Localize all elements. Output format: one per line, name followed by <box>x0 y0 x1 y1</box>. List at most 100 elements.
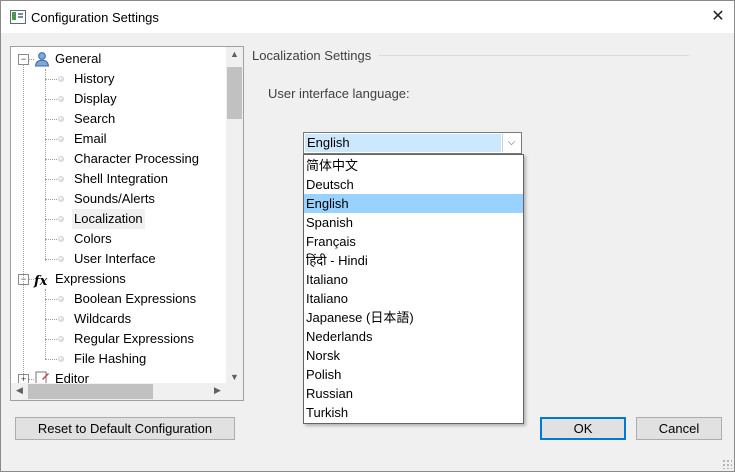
tree-item-display[interactable]: Display <box>11 89 226 109</box>
scroll-corner <box>226 383 243 400</box>
bullet-icon <box>58 76 64 82</box>
tree-item-label: Boolean Expressions <box>74 291 197 306</box>
tree-item-regular-expressions[interactable]: Regular Expressions <box>11 329 226 349</box>
horizontal-scroll-thumb[interactable] <box>28 384 153 399</box>
tree-connector <box>45 119 57 120</box>
tree-item-label: Colors <box>74 231 112 246</box>
language-option[interactable]: Spanish <box>304 213 523 232</box>
bullet-icon <box>58 316 64 322</box>
language-dropdown-list[interactable]: 简体中文 Deutsch English Spanish Français हिंदी -… <box>303 154 524 424</box>
tree-item-file-hashing[interactable]: File Hashing <box>11 349 226 369</box>
resize-grip[interactable] <box>722 459 732 469</box>
language-option[interactable]: हिंदी - Hindi <box>304 251 523 270</box>
tree-connector <box>45 159 57 160</box>
chevron-down-icon[interactable]: ⌵ <box>502 134 520 152</box>
scroll-down-icon[interactable]: ▼ <box>226 372 243 382</box>
tree-item-user-interface[interactable]: User Interface <box>11 249 226 269</box>
tree-item-label: File Hashing <box>74 351 147 366</box>
tree-item-general[interactable]: − General <box>11 49 226 69</box>
tree-item-character-processing[interactable]: Character Processing <box>11 149 226 169</box>
function-icon: fx <box>34 274 48 289</box>
ok-button[interactable]: OK <box>540 417 626 440</box>
tree-connector <box>45 139 57 140</box>
app-icon <box>10 10 26 24</box>
tree-connector <box>45 99 57 100</box>
tree-horizontal-scrollbar[interactable]: ◀ ▶ <box>11 383 226 400</box>
tree-item-label: Editor <box>55 371 89 384</box>
language-option[interactable]: Turkish <box>304 403 523 422</box>
language-combobox[interactable]: English ⌵ <box>303 132 522 154</box>
tree-connector <box>45 339 57 340</box>
tree-connector <box>45 219 57 220</box>
reset-default-button[interactable]: Reset to Default Configuration <box>15 417 235 440</box>
tree-item-label: Search <box>74 111 116 126</box>
language-label: User interface language: <box>268 86 410 101</box>
tree-item-localization[interactable]: Localization <box>11 209 226 229</box>
tree-item-email[interactable]: Email <box>11 129 226 149</box>
bullet-icon <box>58 156 64 162</box>
configuration-dialog: Configuration Settings ✕ − General History… <box>0 0 735 472</box>
cancel-button[interactable]: Cancel <box>636 417 722 440</box>
window-title: Configuration Settings <box>31 10 159 25</box>
language-option[interactable]: Nederlands <box>304 327 523 346</box>
tree-item-expressions[interactable]: − fx Expressions <box>11 269 226 289</box>
tree-connector <box>45 359 57 360</box>
settings-tree[interactable]: − General History Display Search Email Charact… <box>10 46 244 401</box>
bullet-icon <box>58 96 64 102</box>
language-combobox-value: English <box>305 134 501 152</box>
scroll-right-icon[interactable]: ▶ <box>209 385 226 396</box>
tree-item-search[interactable]: Search <box>11 109 226 129</box>
tree-item-label: Expressions <box>55 271 126 286</box>
language-option[interactable]: English <box>304 194 523 213</box>
tree-item-colors[interactable]: Colors <box>11 229 226 249</box>
language-option[interactable]: 简体中文 <box>304 156 523 175</box>
tree-item-label: Display <box>74 91 117 106</box>
tree-item-label: Wildcards <box>74 311 132 326</box>
language-option[interactable]: Russian <box>304 384 523 403</box>
tree-connector <box>45 259 57 260</box>
tree-item-label: History <box>74 71 115 86</box>
tree-connector <box>45 299 57 300</box>
tree-guide-line <box>45 289 46 359</box>
vertical-scroll-thumb[interactable] <box>227 67 242 119</box>
scroll-up-icon[interactable]: ▲ <box>226 49 243 59</box>
close-icon[interactable]: ✕ <box>702 1 734 33</box>
tree-item-wildcards[interactable]: Wildcards <box>11 309 226 329</box>
language-option[interactable]: Italiano <box>304 270 523 289</box>
bullet-icon <box>58 236 64 242</box>
tree-item-label: Shell Integration <box>74 171 168 186</box>
bullet-icon <box>58 116 64 122</box>
tree-connector <box>45 199 57 200</box>
language-option[interactable]: Italiano <box>304 289 523 308</box>
tree-item-label: Email <box>74 131 107 146</box>
tree-item-label: Localization <box>72 209 145 229</box>
section-divider <box>379 55 689 56</box>
tree-connector <box>45 319 57 320</box>
tree-item-label: Sounds/Alerts <box>74 191 155 206</box>
tree-vertical-scrollbar[interactable]: ▲ ▼ <box>226 47 243 384</box>
bullet-icon <box>58 136 64 142</box>
tree-item-history[interactable]: History <box>11 69 226 89</box>
language-option[interactable]: Deutsch <box>304 175 523 194</box>
bullet-icon <box>58 336 64 342</box>
tree-item-editor[interactable]: + Editor <box>11 369 226 384</box>
language-option[interactable]: Polish <box>304 365 523 384</box>
language-option[interactable]: Français <box>304 232 523 251</box>
tree-connector <box>45 79 57 80</box>
tree-guide-line <box>45 69 46 261</box>
tree-item-label: Character Processing <box>74 151 199 166</box>
scroll-left-icon[interactable]: ◀ <box>11 385 28 396</box>
tree-item-sounds-alerts[interactable]: Sounds/Alerts <box>11 189 226 209</box>
tree-item-boolean-expressions[interactable]: Boolean Expressions <box>11 289 226 309</box>
language-option[interactable]: Norsk <box>304 346 523 365</box>
bullet-icon <box>58 216 64 222</box>
section-title: Localization Settings <box>252 48 372 63</box>
tree-item-label: Regular Expressions <box>74 331 194 346</box>
tree-rows: − General History Display Search Email Charact… <box>11 47 226 384</box>
tree-connector <box>45 239 57 240</box>
tree-item-shell-integration[interactable]: Shell Integration <box>11 169 226 189</box>
language-option[interactable]: Japanese (日本語) <box>304 308 523 327</box>
bullet-icon <box>58 296 64 302</box>
bullet-icon <box>58 356 64 362</box>
tree-item-label: User Interface <box>74 251 156 266</box>
